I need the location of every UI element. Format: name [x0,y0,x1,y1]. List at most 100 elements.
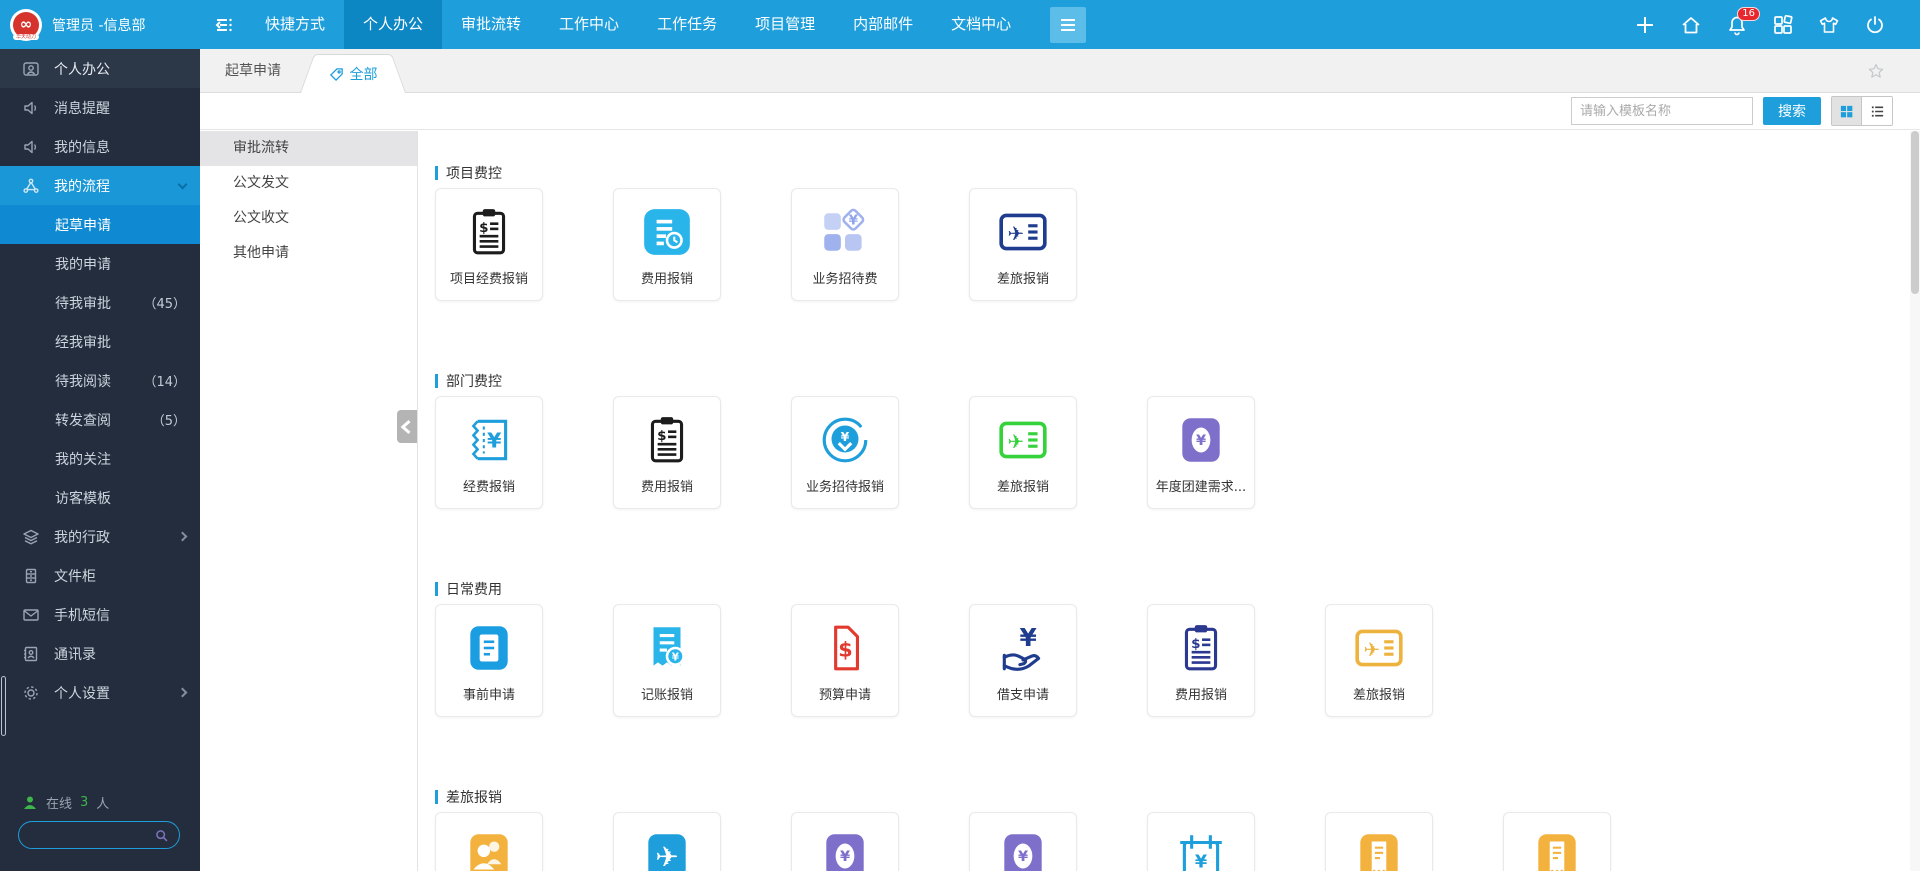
template-card-事前申请[interactable]: 事前申请 [435,604,543,717]
flow-icon [22,177,40,195]
menu-item-项目管理[interactable]: 项目管理 [736,0,834,49]
sidebar-item-起草申请[interactable]: 起草申请 [0,205,200,244]
yen-oval-purple: ¥ [996,829,1050,871]
svg-text:✈: ✈ [1007,430,1024,453]
template-card-差旅报销[interactable]: ✈ 差旅报销 [969,396,1077,509]
template-card[interactable]: ¥ [969,812,1077,871]
template-card-业务招待报销[interactable]: ¥业务招待报销 [791,396,899,509]
sidebar-item-我的信息[interactable]: 我的信息 [0,127,200,166]
tag-icon [329,67,344,82]
card-label: 差旅报销 [997,476,1049,495]
section-title-text: 部门费控 [446,371,502,391]
template-card-借支申请[interactable]: ¥借支申请 [969,604,1077,717]
sidebar-item-我的关注[interactable]: 我的关注 [0,439,200,478]
home-icon[interactable] [1680,14,1702,36]
sidebar-scroll-thumb[interactable] [1,676,6,736]
toolbar: 搜索 [200,93,1920,130]
notification-badge: 16 [1737,7,1760,21]
clipboard-dollar-navy: $ [1174,621,1228,675]
menu-item-个人办公[interactable]: 个人办公 [344,0,442,49]
tabstrip: 起草申请 全部 [200,49,1920,93]
chevron-right-icon [178,688,188,698]
sidebar-item-转发查阅[interactable]: 转发查阅（5） [0,400,200,439]
panel-collapse-handle[interactable] [397,410,417,443]
theme-icon[interactable] [1818,14,1840,36]
menu-item-工作中心[interactable]: 工作中心 [540,0,638,49]
svg-text:¥: ¥ [1195,852,1208,871]
subnav-item-公文发文[interactable]: 公文发文 [200,166,417,201]
template-card-项目经费报销[interactable]: $项目经费报销 [435,188,543,301]
person-icon [22,795,38,811]
menu-item-快捷方式[interactable]: 快捷方式 [246,0,344,49]
template-card-业务招待费[interactable]: ¥业务招待费 [791,188,899,301]
template-card[interactable] [1325,812,1433,871]
sidebar-item-个人办公[interactable]: 个人办公 [0,49,200,88]
subnav-item-审批流转[interactable]: 审批流转 [200,131,417,166]
template-card-费用报销[interactable]: 费用报销 [613,188,721,301]
collapse-menu-button[interactable] [200,0,246,49]
sidebar-item-访客模板[interactable]: 访客模板 [0,478,200,517]
sidebar-item-文件柜[interactable]: 文件柜 [0,556,200,595]
template-card[interactable]: ¥ [791,812,899,871]
sidebar-item-我的行政[interactable]: 我的行政 [0,517,200,556]
sidebar-item-手机短信[interactable]: 手机短信 [0,595,200,634]
content-scrollbar-thumb[interactable] [1911,131,1919,294]
card-label: 预算申请 [819,684,871,703]
tab-all[interactable]: 全部 [322,54,384,93]
template-card-经费报销[interactable]: ¥经费报销 [435,396,543,509]
sidebar-item-待我阅读[interactable]: 待我阅读（14） [0,361,200,400]
more-menu-button[interactable] [1050,7,1086,43]
plus-icon[interactable] [1634,14,1656,36]
template-card-记账报销[interactable]: ¥记账报销 [613,604,721,717]
power-icon[interactable] [1864,14,1886,36]
subnav-item-其他申请[interactable]: 其他申请 [200,236,417,271]
card-label: 差旅报销 [997,268,1049,287]
sidebar-item-消息提醒[interactable]: 消息提醒 [0,88,200,127]
template-card[interactable] [1503,812,1611,871]
subnav-item-公文收文[interactable]: 公文收文 [200,201,417,236]
sidebar-item-label: 文件柜 [54,566,96,586]
template-search-input[interactable] [1571,97,1753,125]
template-card[interactable] [435,812,543,871]
template-card-差旅报销[interactable]: ✈差旅报销 [969,188,1077,301]
card-label: 差旅报销 [1353,684,1405,703]
template-card[interactable]: ¥ [1147,812,1255,871]
section-title: 部门费控 [435,371,1920,391]
sidebar-item-通讯录[interactable]: 通讯录 [0,634,200,673]
online-label: 在线 [46,793,72,812]
template-card-差旅报销[interactable]: ✈差旅报销 [1325,604,1433,717]
layers-icon [22,528,40,546]
sidebar-item-个人设置[interactable]: 个人设置 [0,673,200,712]
apps-icon[interactable] [1772,14,1794,36]
favorite-star-icon[interactable] [1867,49,1885,93]
menu-item-审批流转[interactable]: 审批流转 [442,0,540,49]
sidebar-item-经我审批[interactable]: 经我审批 [0,322,200,361]
tab-draft-request[interactable]: 起草申请 [225,49,281,93]
sidebar-footer: 在线 3 人 [0,793,200,871]
sidebar-item-待我审批[interactable]: 待我审批（45） [0,283,200,322]
sidebar-item-label: 个人设置 [54,683,110,703]
template-card-预算申请[interactable]: $预算申请 [791,604,899,717]
menu-item-内部邮件[interactable]: 内部邮件 [834,0,932,49]
menu-item-工作任务[interactable]: 工作任务 [638,0,736,49]
sidebar-search-input[interactable] [29,828,154,842]
sidebar-item-我的申请[interactable]: 我的申请 [0,244,200,283]
card-label: 费用报销 [641,476,693,495]
search-button[interactable]: 搜索 [1763,97,1821,125]
template-card-费用报销[interactable]: $费用报销 [613,396,721,509]
template-card-费用报销[interactable]: $费用报销 [1147,604,1255,717]
search-icon[interactable] [154,828,169,843]
menu-item-文档中心[interactable]: 文档中心 [932,0,1030,49]
speaker-icon [22,138,40,156]
content-scrollbar[interactable] [1910,131,1920,871]
card-label: 业务招待费 [812,268,877,287]
bell-icon[interactable]: 16 [1726,14,1748,36]
sidebar-item-我的流程[interactable]: 我的流程 [0,166,200,205]
template-card-年度团建需求...[interactable]: ¥年度团建需求... [1147,396,1255,509]
template-card[interactable]: ✈ [613,812,721,871]
sidebar-item-label: 经我审批 [55,332,111,352]
grid-view-button[interactable] [1832,97,1862,125]
workarea: 起草申请 全部 搜索 审批流转公文发文公文收文其他申请 项目费控$项目经费报销费… [200,49,1920,871]
current-user-label: 管理员 -信息部 [52,15,146,35]
list-view-button[interactable] [1862,97,1892,125]
